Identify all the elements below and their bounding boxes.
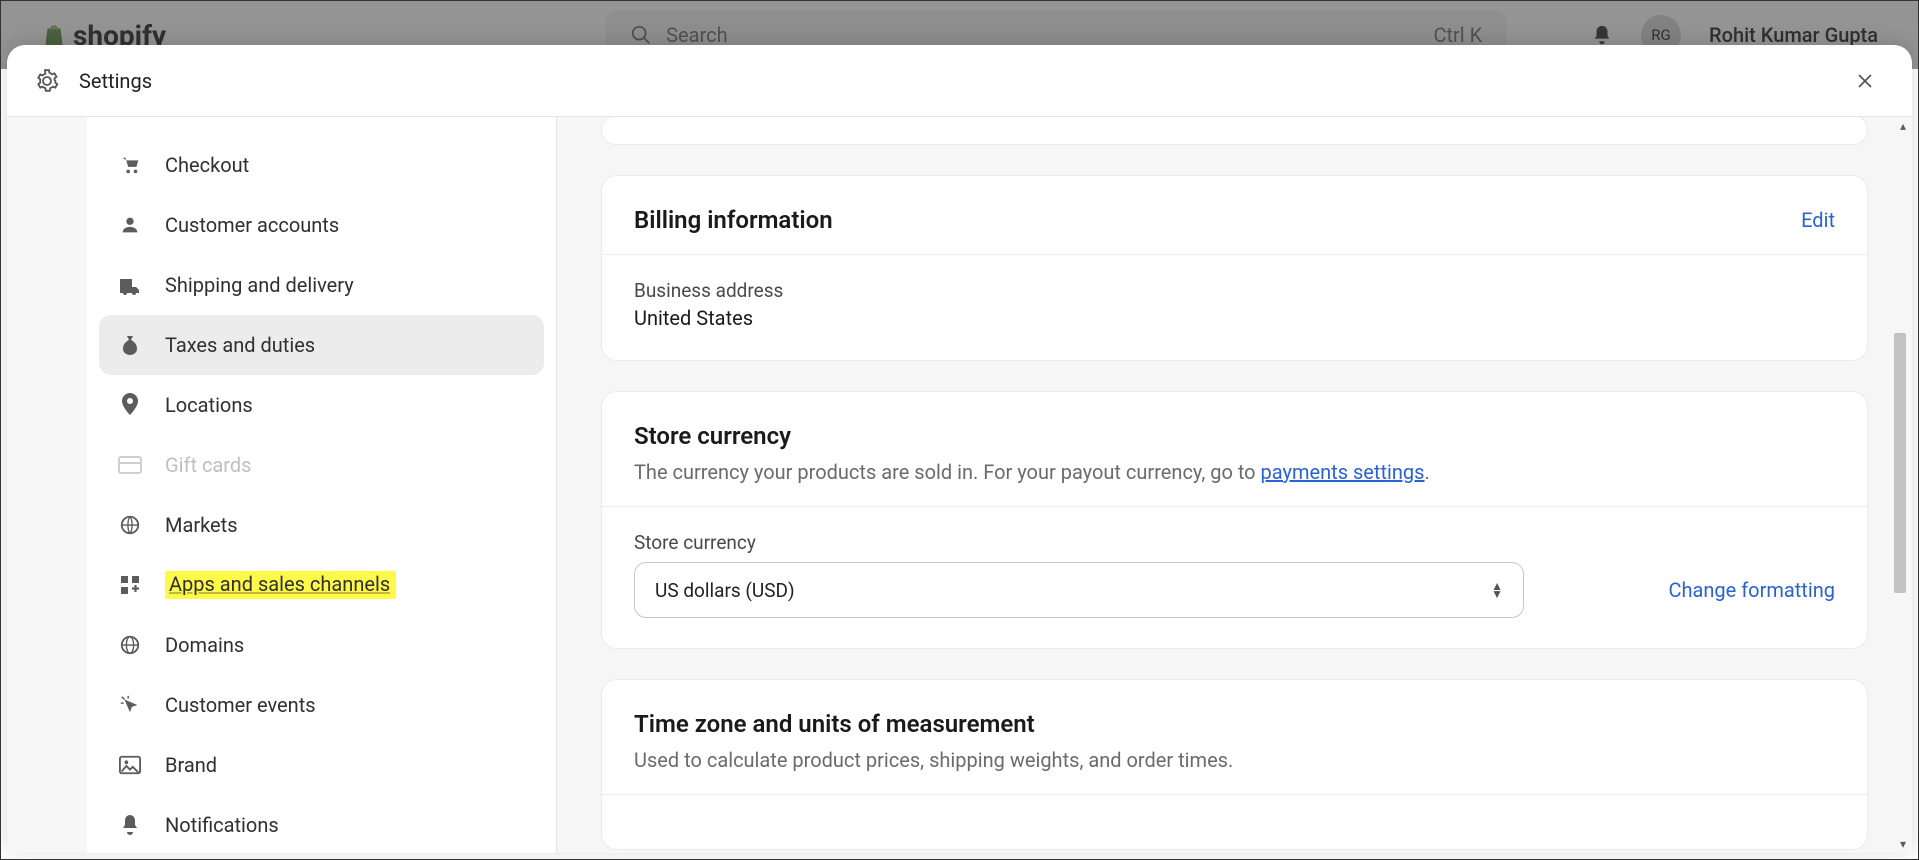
vertical-scrollbar[interactable]: ▴ ▾ bbox=[1890, 117, 1912, 853]
globe-dollar-icon bbox=[117, 514, 143, 536]
business-address-value: United States bbox=[634, 306, 1835, 330]
settings-main: Billing information Edit Business addres… bbox=[557, 117, 1912, 853]
subtitle-text-post: . bbox=[1424, 460, 1429, 484]
card-store-currency: Store currency The currency your product… bbox=[601, 391, 1868, 649]
card-header: Store currency The currency your product… bbox=[602, 392, 1867, 506]
card-subtitle: The currency your products are sold in. … bbox=[634, 460, 1835, 484]
sidebar-item-customer-accounts[interactable]: Customer accounts bbox=[99, 195, 544, 255]
globe-icon bbox=[117, 634, 143, 656]
sidebar-item-label: Taxes and duties bbox=[165, 333, 315, 357]
sidebar-item-label: Shipping and delivery bbox=[165, 273, 354, 297]
edit-button[interactable]: Edit bbox=[1801, 208, 1835, 232]
chevron-updown-icon: ▲▼ bbox=[1491, 582, 1503, 598]
scroll-thumb[interactable] bbox=[1894, 333, 1906, 593]
card-billing-information: Billing information Edit Business addres… bbox=[601, 175, 1868, 361]
sidebar-item-label: Locations bbox=[165, 393, 253, 417]
currency-field-label: Store currency bbox=[634, 531, 1524, 554]
sidebar-item-label: Brand bbox=[165, 753, 217, 777]
close-icon bbox=[1856, 72, 1874, 90]
change-formatting-button[interactable]: Change formatting bbox=[1668, 578, 1835, 618]
giftcard-icon bbox=[117, 456, 143, 474]
sidebar-item-brand[interactable]: Brand bbox=[99, 735, 544, 795]
card-body: Store currency US dollars (USD) ▲▼ Chang… bbox=[602, 507, 1867, 648]
scroll-track[interactable] bbox=[1894, 123, 1908, 847]
sidebar-item-shipping[interactable]: Shipping and delivery bbox=[99, 255, 544, 315]
subtitle-text: The currency your products are sold in. … bbox=[634, 460, 1261, 484]
sidebar-item-label: Apps and sales channels bbox=[165, 571, 396, 599]
card-subtitle: Used to calculate product prices, shippi… bbox=[634, 748, 1835, 772]
sidebar-item-label: Checkout bbox=[165, 153, 249, 177]
sidebar-item-label: Customer accounts bbox=[165, 213, 339, 237]
payments-settings-link[interactable]: payments settings bbox=[1261, 460, 1425, 484]
sidebar-item-label: Customer events bbox=[165, 693, 316, 717]
truck-icon bbox=[117, 275, 143, 295]
sidebar-item-label: Markets bbox=[165, 513, 238, 537]
store-currency-select[interactable]: US dollars (USD) ▲▼ bbox=[634, 562, 1524, 618]
currency-row: Store currency US dollars (USD) ▲▼ Chang… bbox=[634, 531, 1835, 618]
apps-grid-icon bbox=[117, 575, 143, 595]
card-title: Time zone and units of measurement bbox=[634, 710, 1835, 738]
sidebar-item-checkout[interactable]: Checkout bbox=[99, 135, 544, 195]
card-title: Store currency bbox=[634, 422, 1835, 450]
sidebar-item-apps[interactable]: Apps and sales channels bbox=[99, 555, 544, 615]
pin-icon bbox=[117, 393, 143, 417]
settings-sidebar: Checkout Customer accounts Shipping and … bbox=[87, 117, 557, 853]
settings-modal: Settings Checkout Customer accounts Ship… bbox=[7, 45, 1912, 853]
scroll-down-arrow[interactable]: ▾ bbox=[1896, 837, 1910, 851]
sidebar-item-locations[interactable]: Locations bbox=[99, 375, 544, 435]
modal-header: Settings bbox=[7, 45, 1912, 117]
card-header: Time zone and units of measurement Used … bbox=[602, 680, 1867, 794]
card-body: Business address United States bbox=[602, 255, 1867, 360]
card-body bbox=[602, 795, 1867, 849]
modal-title: Settings bbox=[79, 69, 152, 93]
currency-field: Store currency US dollars (USD) ▲▼ bbox=[634, 531, 1524, 618]
bell-icon bbox=[117, 814, 143, 836]
previous-card-stub bbox=[601, 117, 1868, 145]
cursor-click-icon bbox=[117, 694, 143, 716]
close-button[interactable] bbox=[1846, 66, 1884, 96]
store-currency-value: US dollars (USD) bbox=[655, 579, 795, 602]
card-header: Billing information Edit bbox=[602, 176, 1867, 254]
sidebar-item-gift-cards: Gift cards bbox=[99, 435, 544, 495]
image-icon bbox=[117, 755, 143, 775]
sidebar-item-taxes[interactable]: Taxes and duties bbox=[99, 315, 544, 375]
sidebar-item-label: Gift cards bbox=[165, 453, 251, 477]
sidebar-item-customer-events[interactable]: Customer events bbox=[99, 675, 544, 735]
modal-body: Checkout Customer accounts Shipping and … bbox=[7, 117, 1912, 853]
card-timezone: Time zone and units of measurement Used … bbox=[601, 679, 1868, 850]
sidebar-item-label: Domains bbox=[165, 633, 244, 657]
sidebar-container: Checkout Customer accounts Shipping and … bbox=[7, 117, 557, 853]
sidebar-item-domains[interactable]: Domains bbox=[99, 615, 544, 675]
business-address-label: Business address bbox=[634, 279, 1835, 302]
sidebar-item-notifications[interactable]: Notifications bbox=[99, 795, 544, 853]
cart-icon bbox=[117, 154, 143, 176]
gear-icon bbox=[35, 69, 59, 93]
sidebar-item-label: Notifications bbox=[165, 813, 279, 837]
card-title: Billing information bbox=[634, 206, 833, 234]
sidebar-item-markets[interactable]: Markets bbox=[99, 495, 544, 555]
person-icon bbox=[117, 214, 143, 236]
moneybag-icon bbox=[117, 334, 143, 356]
